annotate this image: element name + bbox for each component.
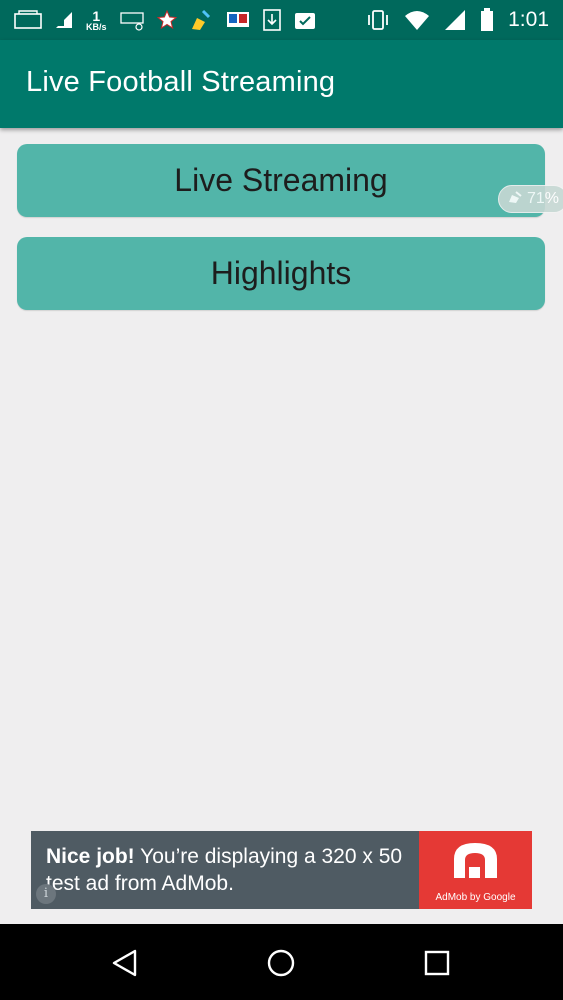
home-icon bbox=[267, 949, 295, 977]
wifi-icon bbox=[404, 7, 430, 33]
speed-icon: 1 KB/s bbox=[86, 7, 107, 33]
admob-icon bbox=[454, 843, 497, 878]
status-bar-left: 1 KB/s bbox=[14, 6, 317, 34]
status-bar-right: 1:01 bbox=[366, 6, 549, 34]
status-time: 1:01 bbox=[508, 8, 549, 31]
signal-bars-icon bbox=[54, 7, 74, 33]
clock-app-icon bbox=[119, 7, 145, 33]
live-streaming-label: Live Streaming bbox=[174, 162, 388, 198]
home-button[interactable] bbox=[264, 946, 298, 980]
back-icon bbox=[112, 949, 137, 977]
broom-icon bbox=[189, 7, 213, 33]
highlights-label: Highlights bbox=[210, 255, 352, 291]
recent-apps-button[interactable] bbox=[420, 946, 454, 980]
page-title: Live Football Streaming bbox=[26, 66, 336, 98]
battery-icon bbox=[480, 7, 494, 33]
admob-caption: AdMob by Google bbox=[435, 892, 516, 903]
notification-count-icon bbox=[14, 7, 42, 33]
ad-text: Nice job! You’re displaying a 320 x 50 t… bbox=[46, 843, 426, 897]
app-bar: Live Football Streaming bbox=[0, 40, 563, 128]
ad-banner[interactable]: Nice job! You’re displaying a 320 x 50 t… bbox=[31, 831, 532, 909]
ad-bold-text: Nice job! bbox=[46, 845, 135, 868]
vibrate-icon bbox=[366, 7, 390, 33]
back-button[interactable] bbox=[108, 946, 142, 980]
checklist-icon bbox=[293, 7, 317, 33]
recent-apps-icon bbox=[424, 950, 450, 976]
battery-percent: 71% bbox=[527, 190, 560, 207]
highlights-button[interactable]: Highlights bbox=[17, 237, 545, 310]
download-icon bbox=[262, 7, 281, 33]
star-icon bbox=[156, 7, 177, 33]
net-speed-unit: KB/s bbox=[86, 21, 107, 32]
net-speed-value: 1 bbox=[92, 7, 101, 24]
ad-info-icon[interactable]: i bbox=[36, 884, 56, 904]
battery-overlay[interactable]: 71% bbox=[498, 185, 563, 213]
navigation-bar bbox=[0, 924, 563, 1000]
status-bar: 1 KB/s 1:01 bbox=[0, 0, 563, 40]
book-icon bbox=[225, 7, 251, 33]
cell-signal-icon bbox=[444, 7, 466, 33]
cleaner-icon bbox=[507, 190, 523, 209]
admob-logo: AdMob by Google bbox=[419, 831, 532, 909]
live-streaming-button[interactable]: Live Streaming bbox=[17, 144, 545, 217]
